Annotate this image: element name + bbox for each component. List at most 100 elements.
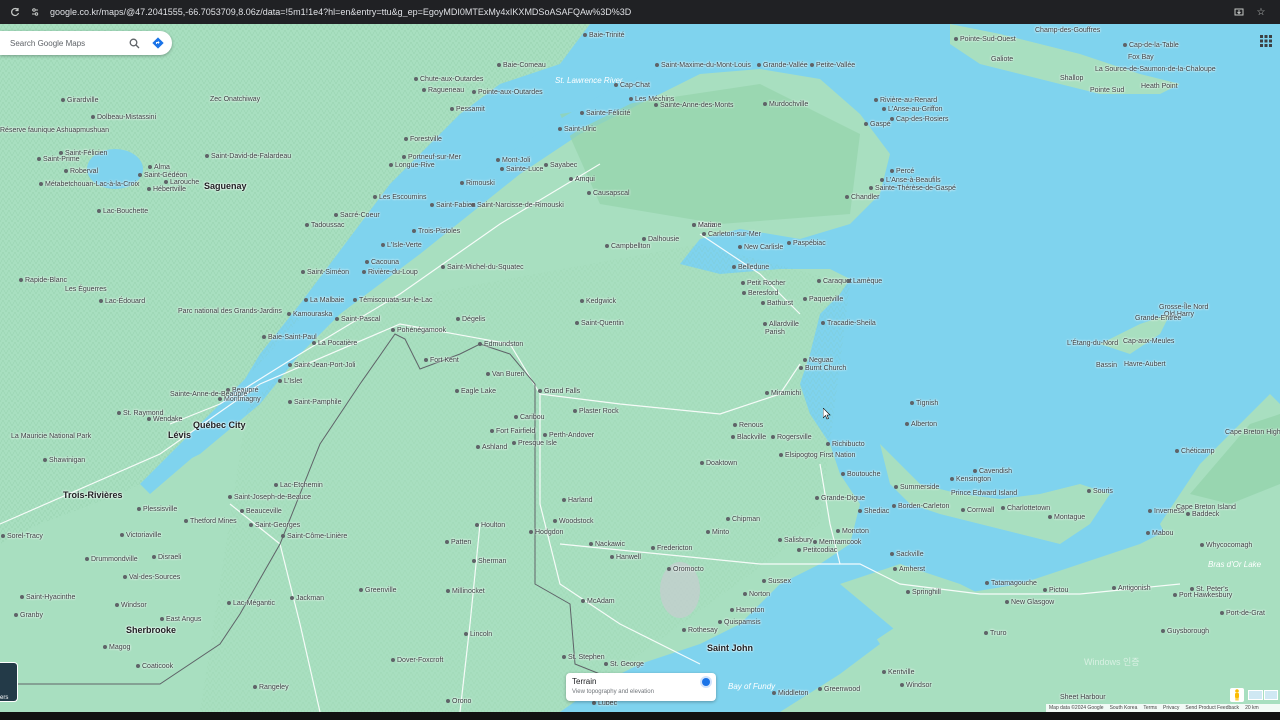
map-label[interactable]: Hanwell bbox=[610, 554, 641, 561]
map-label[interactable]: Sheet Harbour bbox=[1060, 694, 1106, 701]
map-label[interactable]: Galiote bbox=[991, 56, 1013, 63]
map-label[interactable]: Woodstock bbox=[553, 518, 594, 525]
search-box[interactable] bbox=[0, 31, 172, 55]
map-label[interactable]: Portneuf-sur-Mer bbox=[402, 154, 461, 161]
map-label[interactable]: Rivière-au-Renard bbox=[874, 97, 937, 104]
map-label[interactable]: Sussex bbox=[762, 578, 791, 585]
map-label[interactable]: Saint-Narcisse-de-Rimouski bbox=[471, 202, 564, 209]
map-label[interactable]: Drummondville bbox=[85, 556, 138, 563]
map-label[interactable]: Bras d'Or Lake bbox=[1208, 560, 1261, 569]
map-label[interactable]: Val-des-Sources bbox=[123, 574, 180, 581]
map-label[interactable]: Tracadie-Sheila bbox=[821, 320, 876, 327]
map-label[interactable]: Middleton bbox=[772, 690, 808, 697]
map-label[interactable]: Antigonish bbox=[1112, 585, 1151, 592]
map-label[interactable]: East Angus bbox=[160, 616, 201, 623]
region-link[interactable]: South Korea bbox=[1110, 705, 1138, 711]
map-label[interactable]: Trois-Pistoles bbox=[412, 228, 460, 235]
feedback-link[interactable]: Send Product Feedback bbox=[1185, 705, 1239, 711]
terrain-layer-card[interactable]: Terrain View topography and elevation bbox=[566, 673, 716, 701]
map-type-tiles[interactable] bbox=[1248, 690, 1278, 700]
map-label[interactable]: Sackville bbox=[890, 551, 924, 558]
map-label[interactable]: Cavendish bbox=[973, 468, 1012, 475]
pegman-icon[interactable] bbox=[1230, 688, 1244, 702]
map-label[interactable]: Truro bbox=[984, 630, 1006, 637]
map-label[interactable]: Memramcook bbox=[813, 539, 861, 546]
map-label[interactable]: St. Lawrence River bbox=[555, 76, 623, 85]
star-icon[interactable]: ☆ bbox=[1254, 5, 1268, 19]
map-label[interactable]: Campbellton bbox=[605, 243, 650, 250]
map-label[interactable]: Cacouna bbox=[365, 259, 399, 266]
apps-grid-icon[interactable] bbox=[1260, 34, 1272, 47]
map-label[interactable]: Kentville bbox=[882, 669, 914, 676]
map-label[interactable]: Saint-David-de-Falardeau bbox=[205, 153, 291, 160]
map-label[interactable]: Tignish bbox=[910, 400, 938, 407]
map-label[interactable]: La Malbaie bbox=[304, 297, 344, 304]
map-label[interactable]: Houlton bbox=[475, 522, 505, 529]
map-label[interactable]: Salisbury bbox=[778, 537, 813, 544]
directions-icon[interactable] bbox=[150, 35, 166, 51]
map-label[interactable]: Granby bbox=[14, 612, 43, 619]
layers-button[interactable]: ers bbox=[0, 662, 18, 702]
map-label[interactable]: Fort Kent bbox=[424, 357, 459, 364]
map-label[interactable]: Saint-Pascal bbox=[335, 316, 380, 323]
map-label[interactable]: Pictou bbox=[1043, 587, 1068, 594]
map-label[interactable]: Souris bbox=[1087, 488, 1113, 495]
map-label[interactable]: St. George bbox=[604, 661, 644, 668]
map-label[interactable]: Norton bbox=[743, 591, 770, 598]
map-label[interactable]: Les Éguerres bbox=[65, 286, 107, 293]
map-label[interactable]: Windsor bbox=[900, 682, 932, 689]
map-label[interactable]: Sacré-Coeur bbox=[334, 212, 380, 219]
map-label[interactable]: Shallop bbox=[1060, 75, 1083, 82]
map-label[interactable]: Tatamagouche bbox=[985, 580, 1037, 587]
map-label[interactable]: Québec City bbox=[193, 420, 246, 430]
map-label[interactable]: L'Anse-au-Griffon bbox=[882, 106, 943, 113]
map-label[interactable]: Presque Isle bbox=[512, 440, 557, 447]
map-label[interactable]: Port Hawkesbury bbox=[1173, 592, 1232, 599]
map-label[interactable]: Perth-Andover bbox=[543, 432, 594, 439]
install-app-icon[interactable] bbox=[1232, 5, 1246, 19]
map-label[interactable]: Ashland bbox=[476, 444, 507, 451]
map-label[interactable]: Van Buren bbox=[486, 371, 525, 378]
terrain-toggle[interactable] bbox=[702, 678, 710, 686]
map-label[interactable]: Sainte-Félicité bbox=[580, 110, 630, 117]
map-label[interactable]: Forestville bbox=[404, 136, 442, 143]
map-label[interactable]: Coaticook bbox=[136, 663, 173, 670]
map-label[interactable]: Rangeley bbox=[253, 684, 289, 691]
map-label[interactable]: Wendake bbox=[147, 416, 182, 423]
map-label[interactable]: Miramichi bbox=[765, 390, 801, 397]
map-label[interactable]: Pessamit bbox=[450, 106, 485, 113]
map-label[interactable]: Borden-Carleton bbox=[892, 503, 949, 510]
map-label[interactable]: Moncton bbox=[836, 528, 869, 535]
map-label[interactable]: Rimouski bbox=[460, 180, 495, 187]
map-label[interactable]: Disraeli bbox=[152, 554, 181, 561]
map-label[interactable]: Montague bbox=[1048, 514, 1085, 521]
map-label[interactable]: St. Stephen bbox=[562, 654, 605, 661]
map-label[interactable]: Edmundston bbox=[478, 341, 523, 348]
map-label[interactable]: Tadoussac bbox=[305, 222, 344, 229]
map-label[interactable]: Bathurst bbox=[761, 300, 793, 307]
map-label[interactable]: Caribou bbox=[514, 414, 545, 421]
map-label[interactable]: Charlottetown bbox=[1001, 505, 1050, 512]
site-info-icon[interactable] bbox=[28, 5, 42, 19]
map-label[interactable]: Sherman bbox=[472, 558, 506, 565]
map-label[interactable]: Nackawic bbox=[589, 541, 625, 548]
map-label[interactable]: Saint-Fabien bbox=[430, 202, 476, 209]
map-label[interactable]: Réserve faunique Ashuapmushuan bbox=[0, 127, 109, 134]
map-label[interactable]: Petite-Vallée bbox=[810, 62, 855, 69]
map-label[interactable]: Plessisville bbox=[137, 506, 177, 513]
map-label[interactable]: Cornwall bbox=[961, 507, 994, 514]
scale-bar[interactable]: 20 km bbox=[1245, 705, 1259, 711]
map-label[interactable]: Saint-Maxime-du-Mont-Louis bbox=[655, 62, 751, 69]
map-label[interactable]: Grande-Entrée bbox=[1135, 315, 1181, 322]
map-label[interactable]: Boutouche bbox=[841, 471, 880, 478]
map-label[interactable]: Whycocomagh bbox=[1200, 542, 1252, 549]
map-label[interactable]: Kedgwick bbox=[580, 298, 616, 305]
map-label[interactable]: Elsipogtog First Nation bbox=[779, 452, 855, 459]
map-label[interactable]: New Carlisle bbox=[738, 244, 783, 251]
map-label[interactable]: Sainte-Thérèse-de-Gaspé bbox=[869, 185, 956, 192]
map-label[interactable]: Plaster Rock bbox=[573, 408, 619, 415]
map-label[interactable]: Sherbrooke bbox=[126, 625, 176, 635]
map-label[interactable]: Sainte-Luce bbox=[500, 166, 543, 173]
map-label[interactable]: Grande-Digue bbox=[815, 495, 865, 502]
map-label[interactable]: Thetford Mines bbox=[184, 518, 237, 525]
